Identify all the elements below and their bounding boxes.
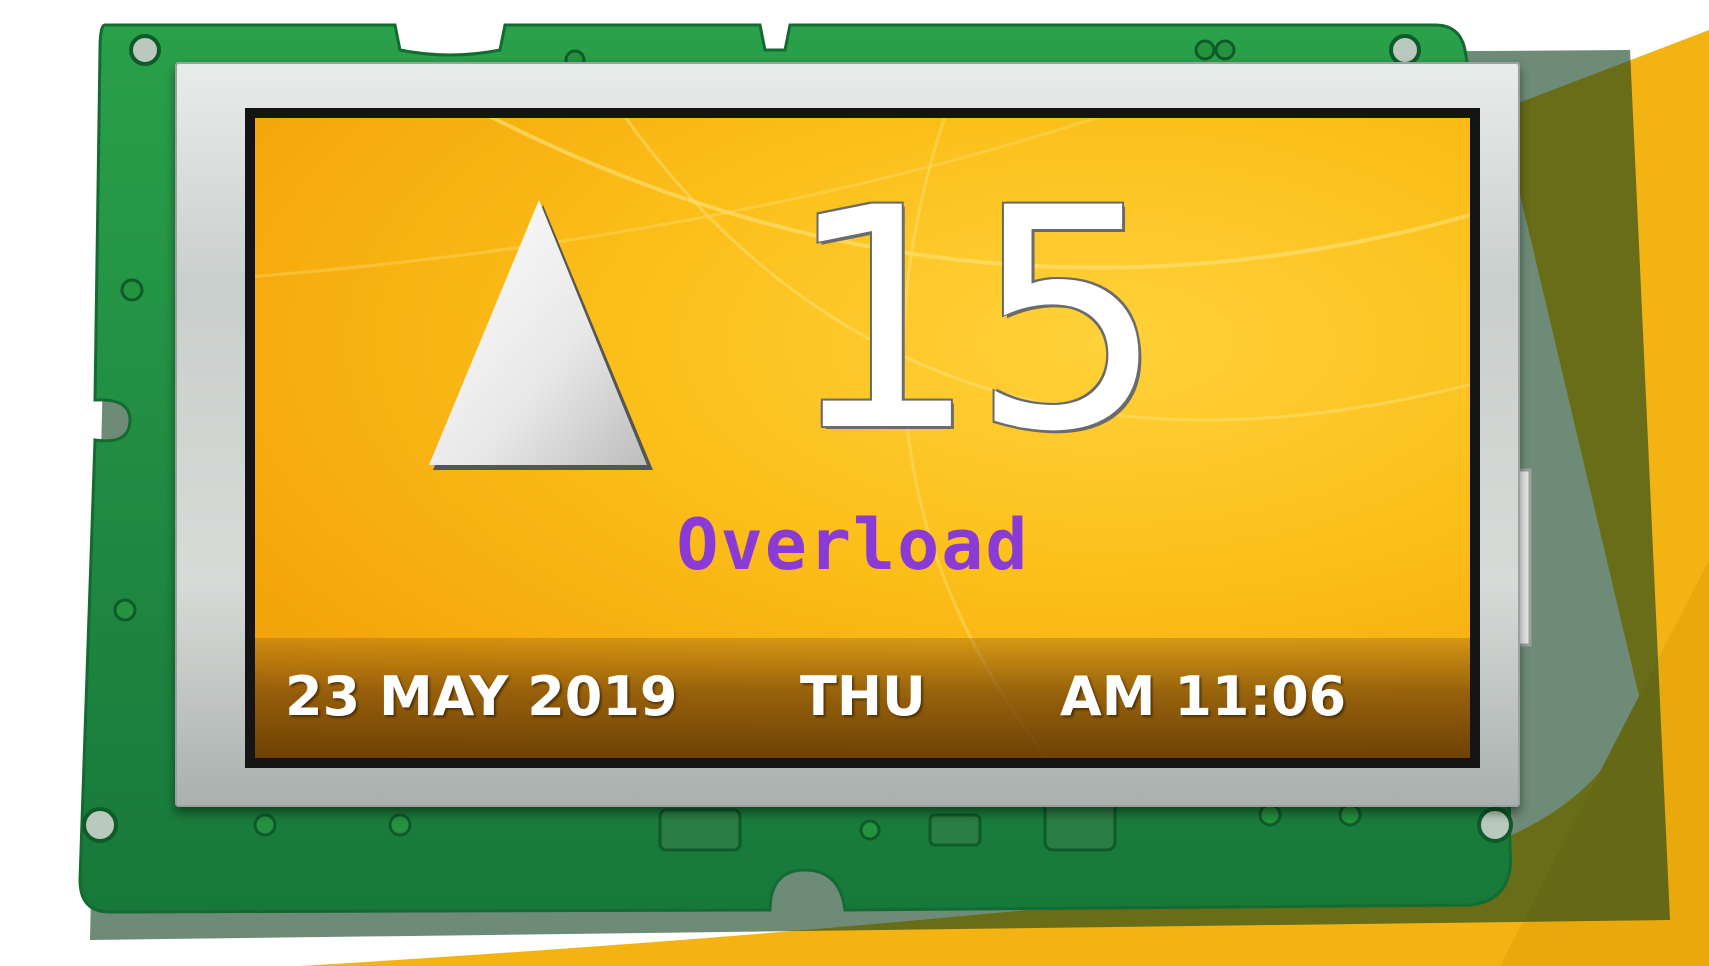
date-text: 23 MAY 2019 [285, 665, 678, 728]
time-text: AM 11:06 [1060, 665, 1347, 728]
floor-number: 15 [785, 143, 1165, 498]
lcd-screen: 15 Overload 23 MAY 2019 THU AM 11:06 [245, 108, 1480, 768]
status-bar: 23 MAY 2019 THU AM 11:06 [255, 638, 1470, 758]
up-triangle-icon [429, 200, 653, 470]
status-message: Overload [676, 504, 1030, 586]
day-text: THU [800, 665, 926, 728]
